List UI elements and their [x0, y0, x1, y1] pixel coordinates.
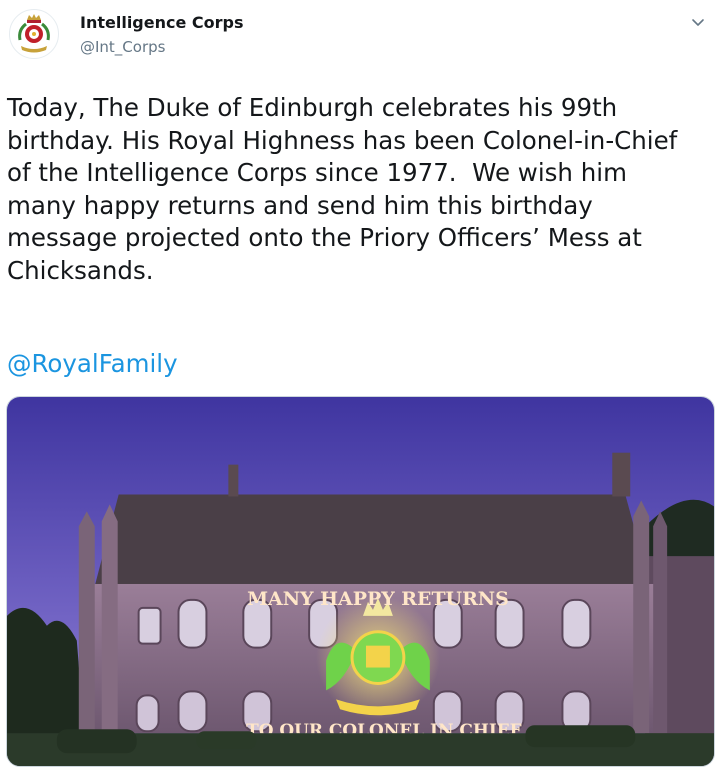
tweet-photo[interactable]: MANY HAPPY RETURNS TO OUR COLONEL IN CHI…: [6, 396, 715, 767]
author-handle[interactable]: @Int_Corps: [80, 38, 165, 56]
hedge-left: [56, 729, 137, 754]
hedge-right: [525, 725, 636, 748]
tweet-menu-button[interactable]: [686, 12, 710, 32]
chimney-right: [612, 452, 631, 497]
author-avatar[interactable]: [9, 9, 59, 59]
tweet: Intelligence Corps @Int_Corps Today, The…: [0, 0, 721, 775]
tweet-text: Today, The Duke of Edinburgh celebrates …: [7, 93, 678, 285]
roof: [94, 494, 651, 586]
mention-link[interactable]: @RoyalFamily: [7, 347, 178, 381]
projection-top-text: MANY HAPPY RETURNS: [247, 588, 509, 610]
photo-priory-mess: MANY HAPPY RETURNS TO OUR COLONEL IN CHI…: [7, 397, 714, 766]
chimney-left: [228, 464, 239, 497]
regimental-badge-icon: [18, 14, 50, 53]
chevron-down-icon: [692, 19, 704, 26]
author-display-name[interactable]: Intelligence Corps: [80, 13, 244, 32]
